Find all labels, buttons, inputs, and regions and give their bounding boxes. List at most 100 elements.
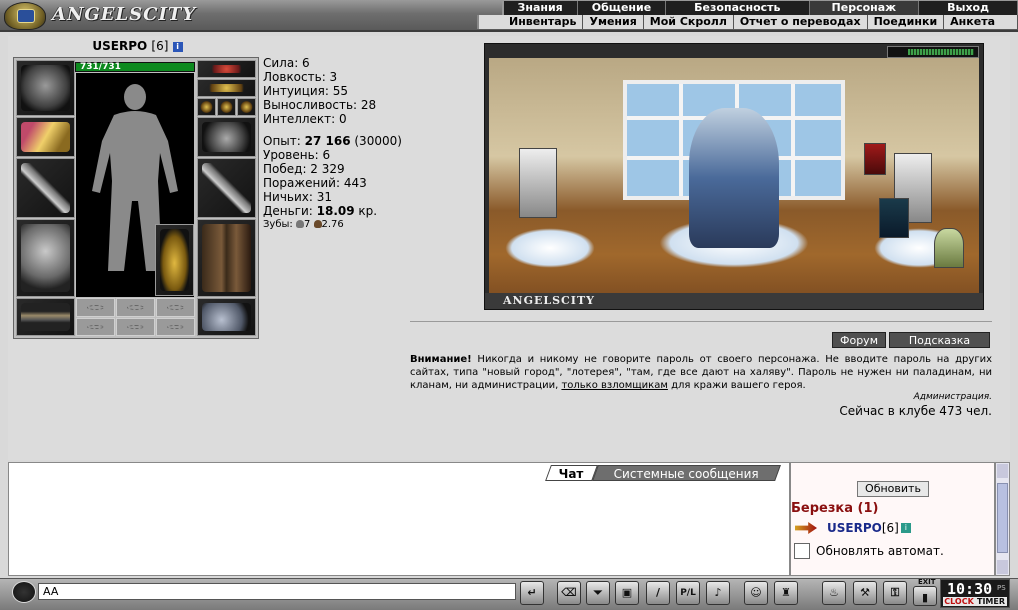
rings-slot[interactable] [16, 117, 75, 157]
menu-security[interactable]: Безопасность [666, 1, 810, 15]
castle-door[interactable] [934, 228, 964, 268]
weapon-right-slot[interactable] [197, 158, 256, 218]
menu-knowledge[interactable]: Знания [504, 1, 578, 15]
wizard-figure[interactable] [689, 108, 779, 248]
chess-rook-icon[interactable]: ♜ [774, 581, 798, 605]
menu-character[interactable]: Персонаж [809, 1, 920, 15]
auto-refresh-label: Обновлять автомат. [816, 544, 944, 558]
gem-icon [240, 101, 253, 113]
character-name-text[interactable]: USERPO [92, 39, 147, 53]
potion-icon[interactable]: ♨ [822, 581, 846, 605]
pet-slot[interactable] [155, 224, 194, 296]
red-book[interactable] [864, 143, 886, 175]
belt-slot[interactable] [16, 298, 75, 336]
menu-skills[interactable]: Умения [583, 15, 644, 29]
clock-button[interactable]: CLOCK [943, 597, 975, 606]
scroll-slot-2[interactable] [116, 318, 155, 336]
boots-slot[interactable] [197, 298, 256, 336]
stat-teeth: Зубы: 7 2.76 [263, 219, 344, 230]
pants-slot[interactable] [197, 219, 256, 297]
trade-icon[interactable]: ⚒ [853, 581, 877, 605]
hint-button[interactable]: Подсказка [889, 332, 990, 348]
gloves-slot[interactable] [197, 117, 256, 157]
rune-slot-1[interactable] [76, 298, 115, 317]
send-enter-icon[interactable]: ↵ [520, 581, 544, 605]
room-image [489, 58, 979, 304]
gem-icon [200, 101, 213, 113]
clock-time: 10:30 [947, 580, 993, 598]
hp-text: 731/731 [80, 62, 121, 72]
menu-my-scroll[interactable]: Мой Скролл [644, 15, 734, 29]
logo[interactable]: ANGELSCITY [4, 2, 195, 30]
clock-suffix: PS [997, 584, 1006, 592]
menu-battles[interactable]: Поединки [868, 15, 945, 29]
chat-tabs: Чат Системные сообщения [545, 465, 781, 481]
earring-slot[interactable] [197, 79, 256, 97]
helmet-icon [21, 65, 70, 111]
amulet-slot[interactable] [197, 60, 256, 78]
primary-menu: Знания Общение Безопасность Персонаж Вых… [501, 1, 1018, 15]
walking-man-icon[interactable]: / [646, 581, 670, 605]
timer-button[interactable]: TIMER [975, 597, 1007, 606]
dark-book[interactable] [879, 198, 909, 238]
private-log-icon[interactable]: P/L [676, 581, 700, 605]
lock-icon[interactable]: ⚿ [883, 581, 907, 605]
earring-icon [202, 84, 251, 92]
tab-chat[interactable]: Чат [545, 465, 598, 481]
rune-slot-3[interactable] [156, 298, 195, 317]
menu-exit[interactable]: Выход [919, 1, 1018, 15]
forum-button[interactable]: Форум [832, 332, 886, 348]
info-icon[interactable]: i [900, 523, 911, 533]
online-user-row: USERPO [6] i [795, 520, 911, 536]
smiley-icon[interactable]: ☺ [744, 581, 768, 605]
scroll-thumb[interactable] [997, 483, 1008, 553]
attack-arrow-icon[interactable] [795, 522, 817, 534]
rune-slot-2[interactable] [116, 298, 155, 317]
speech-head-icon[interactable] [12, 581, 36, 603]
logo-text: ANGELSCITY [52, 4, 197, 25]
hp-bar: 731/731 [75, 62, 195, 72]
eraser-icon[interactable]: ⌫ [557, 581, 581, 605]
stat-experience: Опыт: 27 166 (30000) [263, 134, 402, 148]
exit-door-icon[interactable]: ▮ [913, 586, 937, 606]
menu-inventory[interactable]: Инвентарь [479, 15, 584, 29]
armor-slot[interactable] [16, 219, 75, 297]
security-warning: Внимание! Никогда и никому не говорите п… [410, 354, 992, 391]
auto-refresh-checkbox[interactable] [794, 543, 810, 559]
chat-input[interactable]: AA [38, 583, 516, 600]
menu-communication[interactable]: Общение [578, 1, 667, 15]
tab-system-messages[interactable]: Системные сообщения [591, 465, 781, 481]
filter-icon[interactable]: ⏷ [586, 581, 610, 605]
gem-slot-1[interactable] [197, 98, 216, 116]
scroll-slot-1[interactable] [76, 318, 115, 336]
amulet-icon [202, 65, 251, 73]
room-scrollbar[interactable] [995, 462, 1010, 576]
gem-slot-2[interactable] [217, 98, 236, 116]
online-user-name[interactable]: USERPO [827, 521, 882, 535]
boots-icon [202, 303, 251, 331]
sword-icon [21, 163, 70, 213]
clock-widget: 10:30 PS CLOCK TIMER [940, 579, 1010, 608]
weapon-left-slot[interactable] [16, 158, 75, 218]
pants-icon [202, 224, 251, 292]
stat-intuition: Интуиция: 55 [263, 84, 349, 98]
save-icon[interactable]: ▣ [615, 581, 639, 605]
music-note-icon[interactable]: ♪ [706, 581, 730, 605]
scene-label-strip: ANGELSCITY [485, 293, 983, 309]
secondary-menu: Инвентарь Умения Мой Скролл Отчет о пере… [477, 15, 1018, 29]
menu-transfer-report[interactable]: Отчет о переводах [734, 15, 868, 29]
info-icon[interactable]: i [172, 41, 183, 52]
gem-slot-3[interactable] [237, 98, 256, 116]
refresh-button[interactable]: Обновить [857, 481, 929, 497]
scroll-down-icon[interactable] [997, 560, 1008, 574]
helmet-slot[interactable] [16, 60, 75, 116]
hackers-link[interactable]: только взломщикам [561, 380, 667, 391]
stat-money: Деньги: 18.09 кр. [263, 204, 378, 218]
book-stack-left[interactable] [519, 148, 557, 218]
stat-agility: Ловкость: 3 [263, 70, 338, 84]
menu-profile[interactable]: Анкета [944, 15, 1018, 29]
stats-panel: Сила: 6 Ловкость: 3 Интуиция: 55 Выносли… [263, 56, 402, 232]
scroll-up-icon[interactable] [997, 464, 1008, 478]
scroll-slot-3[interactable] [156, 318, 195, 336]
belt-icon [21, 303, 70, 331]
